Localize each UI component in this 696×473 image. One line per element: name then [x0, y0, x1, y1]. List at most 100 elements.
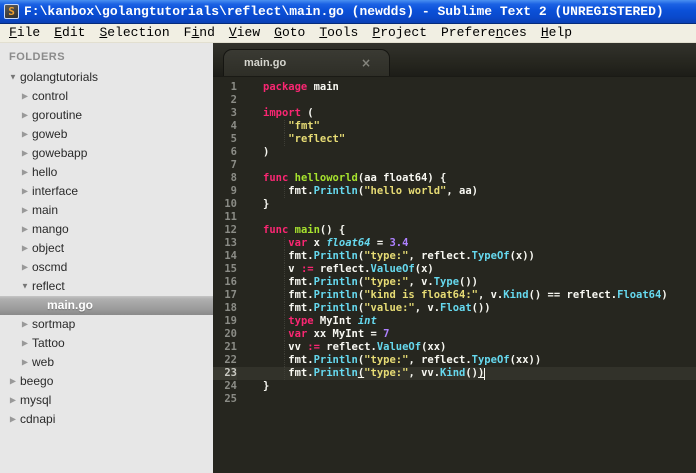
triangle-right-icon[interactable]: ▶: [6, 391, 20, 410]
code-line-4[interactable]: 4 "fmt": [213, 120, 696, 133]
code-line-20[interactable]: 20 var xx MyInt = 7: [213, 328, 696, 341]
tab-close-icon[interactable]: ×: [361, 50, 389, 77]
tree-folder-goweb[interactable]: ▶ goweb: [0, 125, 213, 144]
code-line-3[interactable]: 3 import (: [213, 107, 696, 120]
code-text: fmt.Println("type:", vv.Kind()): [237, 367, 486, 380]
line-number: 13: [224, 237, 237, 249]
menu-help[interactable]: Help: [534, 24, 579, 42]
code-line-15[interactable]: 15 v := reflect.ValueOf(x): [213, 263, 696, 276]
triangle-right-icon[interactable]: ▶: [6, 372, 20, 391]
line-number: 9: [230, 185, 237, 197]
tree-folder-oscmd[interactable]: ▶ oscmd: [0, 258, 213, 277]
tree-file-main-go[interactable]: main.go: [0, 296, 213, 315]
code-line-18[interactable]: 18 fmt.Println("value:", v.Float()): [213, 302, 696, 315]
triangle-down-icon[interactable]: ▼: [6, 68, 20, 87]
code-line-14[interactable]: 14 fmt.Println("type:", reflect.TypeOf(x…: [213, 250, 696, 263]
menu-edit[interactable]: Edit: [47, 24, 92, 42]
code-text: }: [263, 380, 270, 392]
code-line-23[interactable]: 23 fmt.Println("type:", vv.Kind()): [213, 367, 696, 380]
code-line-17[interactable]: 17 fmt.Println("kind is float64:", v.Kin…: [213, 289, 696, 302]
code-line-5[interactable]: 5 "reflect": [213, 133, 696, 146]
tree-folder-control[interactable]: ▶ control: [0, 87, 213, 106]
tree-item-label: oscmd: [32, 260, 68, 274]
line-number: 17: [224, 289, 237, 301]
tree-folder-cdnapi[interactable]: ▶ cdnapi: [0, 410, 213, 429]
triangle-right-icon[interactable]: ▶: [18, 315, 32, 334]
tree-item-label: hello: [32, 165, 58, 179]
tree-folder-tattoo[interactable]: ▶ Tattoo: [0, 334, 213, 353]
triangle-right-icon[interactable]: ▶: [18, 353, 32, 372]
triangle-down-icon[interactable]: ▼: [18, 277, 32, 296]
triangle-right-icon[interactable]: ▶: [18, 125, 32, 144]
tree-folder-sortmap[interactable]: ▶ sortmap: [0, 315, 213, 334]
menu-goto[interactable]: Goto: [267, 24, 312, 42]
code-text: type MyInt int: [237, 315, 377, 328]
code-line-10[interactable]: 10}: [213, 198, 696, 211]
triangle-right-icon[interactable]: ▶: [18, 201, 32, 220]
code-line-6[interactable]: 6): [213, 146, 696, 159]
triangle-right-icon[interactable]: ▶: [18, 163, 32, 182]
code-line-16[interactable]: 16 fmt.Println("type:", v.Type()): [213, 276, 696, 289]
triangle-right-icon[interactable]: ▶: [18, 239, 32, 258]
code-area[interactable]: 1 package main 2 3 import (4 "fmt" 5 "reflect…: [213, 77, 696, 473]
triangle-right-icon[interactable]: ▶: [18, 87, 32, 106]
triangle-right-icon[interactable]: ▶: [18, 106, 32, 125]
tree-folder-goroutine[interactable]: ▶ goroutine: [0, 106, 213, 125]
code-text: var xx MyInt = 7: [237, 328, 389, 341]
menu-find[interactable]: Find: [177, 24, 222, 42]
code-line-11[interactable]: 11: [213, 211, 696, 224]
tree-folder-golangtutorials[interactable]: ▼ golangtutorials: [0, 68, 213, 87]
line-number: 25: [224, 393, 237, 405]
tree-folder-beego[interactable]: ▶ beego: [0, 372, 213, 391]
menu-preferences[interactable]: Preferences: [434, 24, 534, 42]
tree-item-label: interface: [32, 184, 79, 198]
tree-folder-web[interactable]: ▶ web: [0, 353, 213, 372]
menu-selection[interactable]: Selection: [92, 24, 176, 42]
code-line-25[interactable]: 25: [213, 393, 696, 406]
tree-folder-reflect[interactable]: ▼ reflect: [0, 277, 213, 296]
triangle-right-icon[interactable]: ▶: [6, 410, 20, 429]
code-text: "fmt": [237, 120, 320, 133]
tree-item-label: control: [32, 89, 69, 103]
triangle-right-icon[interactable]: ▶: [18, 258, 32, 277]
triangle-right-icon[interactable]: ▶: [18, 144, 32, 163]
code-line-13[interactable]: 13 var x float64 = 3.4: [213, 237, 696, 250]
tree-folder-mysql[interactable]: ▶ mysql: [0, 391, 213, 410]
code-line-24[interactable]: 24}: [213, 380, 696, 393]
code-line-21[interactable]: 21 vv := reflect.ValueOf(xx): [213, 341, 696, 354]
code-line-2[interactable]: 2: [213, 94, 696, 107]
line-number: 20: [224, 328, 237, 340]
code-line-22[interactable]: 22 fmt.Println("type:", reflect.TypeOf(x…: [213, 354, 696, 367]
code-line-12[interactable]: 12 func main() {: [213, 224, 696, 237]
code-line-19[interactable]: 19 type MyInt int: [213, 315, 696, 328]
line-number: 14: [224, 250, 237, 262]
menu-project[interactable]: Project: [365, 24, 434, 42]
tree-folder-hello[interactable]: ▶ hello: [0, 163, 213, 182]
triangle-right-icon[interactable]: ▶: [18, 334, 32, 353]
tree-folder-object[interactable]: ▶ object: [0, 239, 213, 258]
line-number: 12: [224, 224, 237, 236]
tree-folder-gowebapp[interactable]: ▶ gowebapp: [0, 144, 213, 163]
code-line-1[interactable]: 1 package main: [213, 81, 696, 94]
code-line-9[interactable]: 9 fmt.Println("hello world", aa): [213, 185, 696, 198]
menu-view[interactable]: View: [222, 24, 267, 42]
text-cursor: [484, 368, 486, 380]
triangle-right-icon[interactable]: ▶: [18, 220, 32, 239]
line-number: 4: [230, 120, 237, 132]
code-line-7[interactable]: 7: [213, 159, 696, 172]
triangle-right-icon[interactable]: ▶: [18, 182, 32, 201]
tree-item-label: gowebapp: [32, 146, 88, 160]
menu-file[interactable]: File: [2, 24, 47, 42]
tab-main-go[interactable]: main.go ×: [223, 49, 390, 76]
menu-tools[interactable]: Tools: [312, 24, 365, 42]
tree-folder-mango[interactable]: ▶ mango: [0, 220, 213, 239]
tree-folder-main[interactable]: ▶ main: [0, 201, 213, 220]
code-text: func helloworld(aa float64) {: [263, 172, 447, 184]
code-line-8[interactable]: 8 func helloworld(aa float64) {: [213, 172, 696, 185]
line-number: 19: [224, 315, 237, 327]
tree-folder-interface[interactable]: ▶ interface: [0, 182, 213, 201]
line-number: 21: [224, 341, 237, 353]
line-number: 10: [224, 198, 237, 210]
